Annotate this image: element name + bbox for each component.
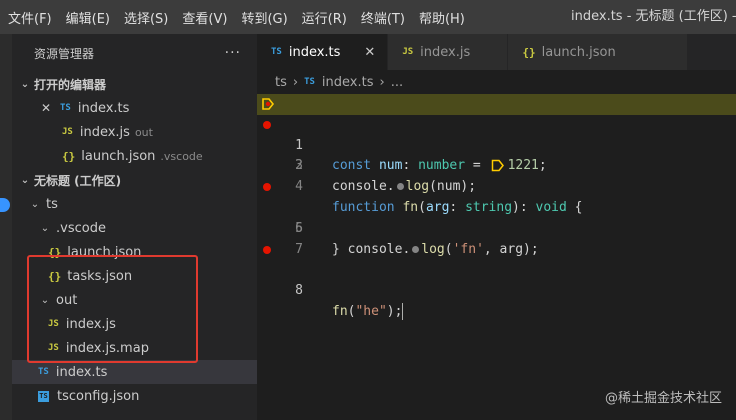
json-file-icon: {} <box>48 245 62 259</box>
more-actions-icon[interactable]: ··· <box>225 45 241 61</box>
javascript-file-icon: JS <box>402 47 414 57</box>
folder-vscode[interactable]: ⌄ .vscode <box>12 216 257 240</box>
menu-file[interactable]: 文件(F) <box>0 8 59 27</box>
file-item[interactable]: JS index.js.map <box>12 336 257 360</box>
breakpoint-icon[interactable] <box>263 183 271 192</box>
menu-edit[interactable]: 编辑(E) <box>59 8 117 27</box>
text-cursor <box>402 302 404 320</box>
tab-label: launch.json <box>541 44 616 60</box>
folder-name: ts <box>46 196 58 212</box>
folder-ts[interactable]: ⌄ ts <box>12 192 257 216</box>
code-line[interactable]: 1 const num: number = 1221; <box>257 94 736 173</box>
tab-index-js[interactable]: JS index.js <box>388 34 509 70</box>
open-editor-folder: out <box>134 125 153 139</box>
tab-launch-json[interactable]: {} launch.json <box>508 34 689 70</box>
chevron-down-icon: ⌄ <box>30 198 40 210</box>
breakpoint-icon[interactable] <box>263 245 271 254</box>
open-editor-item[interactable]: ✕ TS index.ts <box>12 96 257 120</box>
folder-name: .vscode <box>56 220 106 236</box>
folder-out[interactable]: ⌄ out <box>12 288 257 312</box>
tab-label: index.ts <box>288 44 341 60</box>
editor-area: TS index.ts ✕ JS index.js {} launch.json… <box>257 34 736 420</box>
json-file-icon: {} <box>48 269 62 283</box>
chevron-down-icon: ⌄ <box>40 222 50 234</box>
json-file-icon: {} <box>62 149 76 163</box>
chevron-right-icon: › <box>292 74 299 90</box>
chevron-right-icon: › <box>379 74 385 90</box>
chevron-down-icon: ⌄ <box>20 174 30 186</box>
breakpoint-icon[interactable] <box>263 120 271 129</box>
explorer-sidebar: 资源管理器 ··· ⌄ 打开的编辑器 ✕ TS index.ts JS inde… <box>12 34 257 420</box>
line-number: 8 <box>295 283 303 299</box>
code-line[interactable]: 4 function fn(arg: string): void { <box>257 156 736 215</box>
menu-help[interactable]: 帮助(H) <box>412 8 472 27</box>
javascript-file-icon: JS <box>48 343 59 353</box>
close-icon[interactable]: ✕ <box>364 45 375 60</box>
file-name: launch.json <box>67 244 142 260</box>
code-line[interactable]: 8 fn("he"); <box>257 240 736 320</box>
editor-tabs: TS index.ts ✕ JS index.js {} launch.json <box>257 34 736 70</box>
open-editor-name: index.js <box>79 124 130 140</box>
open-editor-folder: .vscode <box>160 149 203 163</box>
tab-label: index.js <box>420 44 471 60</box>
activity-bar <box>0 34 12 420</box>
code-text: fn("he"); <box>332 302 404 320</box>
workspace-label: 无标题 (工作区) <box>34 173 122 188</box>
breadcrumb-folder[interactable]: ts <box>275 75 287 90</box>
file-name: index.ts <box>55 364 108 380</box>
folder-name: out <box>56 292 78 308</box>
javascript-file-icon: JS <box>48 319 59 329</box>
file-name: index.js <box>65 316 116 332</box>
open-editors-label: 打开的编辑器 <box>34 77 107 92</box>
file-name: tsconfig.json <box>57 388 140 404</box>
menu-selection[interactable]: 选择(S) <box>117 8 175 27</box>
breadcrumb-file[interactable]: index.ts <box>322 75 374 90</box>
open-editors-section[interactable]: ⌄ 打开的编辑器 <box>12 72 257 96</box>
file-item-selected[interactable]: TS index.ts <box>12 360 257 384</box>
menu-run[interactable]: 运行(R) <box>295 8 354 27</box>
breadcrumb-more[interactable]: ... <box>391 75 403 90</box>
explorer-header: 资源管理器 ··· <box>12 34 257 72</box>
breadcrumb: ts › TS index.ts › ... <box>257 70 736 94</box>
open-editor-name: index.ts <box>77 100 130 116</box>
tsconfig-file-icon: TS <box>38 390 49 402</box>
typescript-file-icon: TS <box>38 367 49 377</box>
typescript-file-icon: TS <box>271 47 282 57</box>
file-item[interactable]: JS index.js <box>12 312 257 336</box>
file-item[interactable]: TS tsconfig.json <box>12 384 257 408</box>
chevron-down-icon: ⌄ <box>20 78 30 90</box>
watermark: @稀土掘金技术社区 <box>604 391 722 406</box>
menu-terminal[interactable]: 终端(T) <box>354 8 412 27</box>
code-line[interactable]: 7 <box>257 219 736 257</box>
file-item[interactable]: {} tasks.json <box>12 264 257 288</box>
open-editor-item[interactable]: JS index.js out <box>12 120 257 144</box>
open-editor-item[interactable]: {} launch.json .vscode <box>12 144 257 168</box>
json-file-icon: {} <box>522 45 536 59</box>
typescript-file-icon: TS <box>304 77 315 87</box>
typescript-file-icon: TS <box>60 103 71 113</box>
file-item[interactable]: {} launch.json <box>12 240 257 264</box>
workspace-section[interactable]: ⌄ 无标题 (工作区) <box>12 168 257 192</box>
code-line[interactable]: 5 console. log('fn', arg); <box>257 177 736 257</box>
window-title: index.ts - 无标题 (工作区) - V <box>571 9 736 24</box>
code-line[interactable]: 2 console. log(num); <box>257 115 736 194</box>
open-editor-name: launch.json <box>81 148 156 164</box>
close-icon[interactable]: ✕ <box>40 101 52 115</box>
code-line[interactable]: 6 } <box>257 198 736 257</box>
debug-paused-arrow-icon[interactable] <box>261 97 275 111</box>
file-name: tasks.json <box>67 268 133 284</box>
code-view[interactable]: 1 const num: number = 1221; 2 console. lo… <box>257 94 736 320</box>
activity-indicator <box>0 198 10 212</box>
menu-go[interactable]: 转到(G) <box>234 8 294 27</box>
explorer-title: 资源管理器 <box>34 46 95 61</box>
tab-index-ts[interactable]: TS index.ts ✕ <box>257 34 389 70</box>
file-name: index.js.map <box>65 340 149 356</box>
chevron-down-icon: ⌄ <box>40 294 50 306</box>
menu-view[interactable]: 查看(V) <box>175 8 234 27</box>
code-line[interactable]: 3 <box>257 136 736 173</box>
javascript-file-icon: JS <box>62 127 73 137</box>
